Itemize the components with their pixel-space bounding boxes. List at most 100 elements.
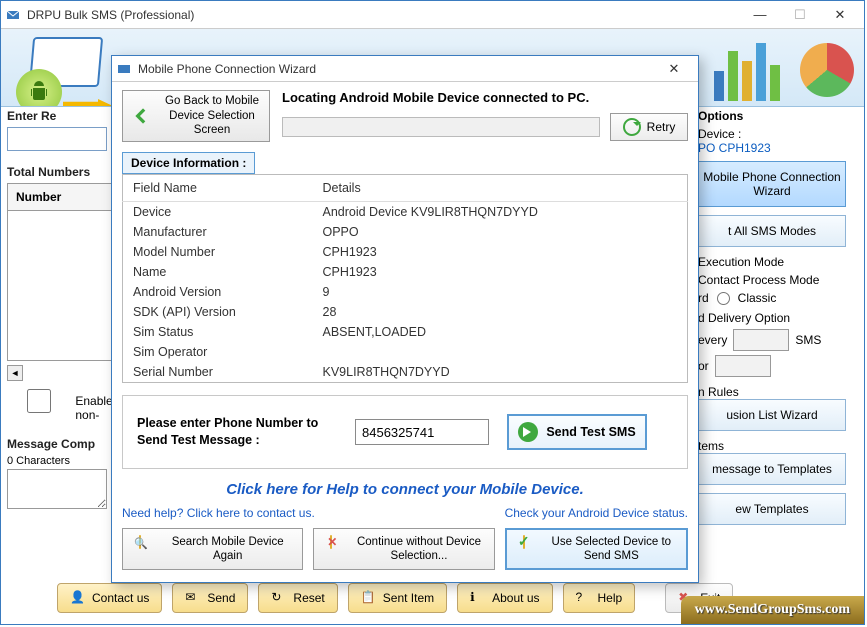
cell-value: CPH1923	[313, 262, 688, 282]
maximize-button[interactable]: ☐	[780, 3, 820, 27]
th-field: Field Name	[123, 175, 313, 202]
table-row: ManufacturerOPPO	[123, 222, 688, 242]
msg-templates-button[interactable]: message to Templates	[698, 453, 846, 485]
connection-wizard-button[interactable]: Mobile Phone Connection Wizard	[698, 161, 846, 207]
recipient-input[interactable]	[7, 127, 107, 151]
contact-us-button[interactable]: 👤Contact us	[57, 583, 162, 613]
cell-value: Android Device KV9LIR8THQN7DYYD	[313, 202, 688, 223]
cell-field: Model Number	[123, 242, 313, 262]
device-info-table: Field Name Details DeviceAndroid Device …	[122, 174, 688, 383]
help-button[interactable]: ?Help	[563, 583, 636, 613]
view-templates-button[interactable]: ew Templates	[698, 493, 846, 525]
table-row: NameCPH1923	[123, 262, 688, 282]
help-connect-link[interactable]: Click here for Help to connect your Mobi…	[122, 481, 688, 498]
or-label: or	[698, 359, 709, 373]
scroll-left-button[interactable]: ◄	[7, 365, 23, 381]
cell-field: Manufacturer	[123, 222, 313, 242]
options-title: Options	[698, 109, 858, 123]
table-row: DeviceAndroid Device KV9LIR8THQN7DYYD	[123, 202, 688, 223]
total-numbers-label: Total Numbers	[7, 165, 117, 179]
cell-field: Device	[123, 202, 313, 223]
android-icon	[16, 69, 62, 107]
cell-value: OPPO	[313, 222, 688, 242]
phone-number-input[interactable]	[355, 419, 489, 445]
every-combo[interactable]	[733, 329, 789, 351]
or-combo[interactable]	[715, 355, 771, 377]
locating-label: Locating Android Mobile Device connected…	[282, 90, 688, 105]
exclusion-wizard-button[interactable]: usion List Wizard	[698, 399, 846, 431]
message-comp-label: Message Comp	[7, 437, 117, 451]
grid-header-number: Number	[7, 183, 117, 211]
cell-value	[313, 342, 688, 362]
sent-item-button[interactable]: 📋Sent Item	[348, 583, 447, 613]
need-help-link[interactable]: Need help? Click here to contact us.	[122, 506, 315, 520]
send-test-label: Send Test SMS	[546, 425, 635, 439]
every-label: every	[698, 333, 727, 347]
number-grid[interactable]	[7, 211, 117, 361]
minimize-button[interactable]: —	[740, 3, 780, 27]
message-textarea[interactable]	[7, 469, 107, 509]
classic-label: Classic	[738, 291, 777, 305]
sms-label: SMS	[795, 333, 821, 347]
table-row: Sim Operator	[123, 342, 688, 362]
table-row: Serial NumberKV9LIR8THQN7DYYD	[123, 362, 688, 383]
all-sms-modes-button[interactable]: t All SMS Modes	[698, 215, 846, 247]
enable-non-checkbox[interactable]	[7, 389, 71, 413]
cell-field: Sim Status	[123, 322, 313, 342]
device-value: PO CPH1923	[698, 141, 858, 155]
cell-value: 9	[313, 282, 688, 302]
list-icon: 📋	[361, 590, 377, 606]
reset-button[interactable]: ↻Reset	[258, 583, 337, 613]
retry-label: Retry	[647, 120, 676, 134]
go-back-button[interactable]: Go Back to Mobile Device Selection Scree…	[122, 90, 270, 142]
cell-field: Android Version	[123, 282, 313, 302]
cell-field: Sim Operator	[123, 342, 313, 362]
cell-field: SDK (API) Version	[123, 302, 313, 322]
device-label: Device :	[698, 127, 858, 141]
items-label: tems	[698, 439, 858, 453]
send-button[interactable]: ✉Send	[172, 583, 248, 613]
app-icon	[5, 7, 21, 23]
close-button[interactable]: ✕	[820, 3, 860, 27]
enter-recipient-label: Enter Re	[7, 109, 117, 123]
device-info-title: Device Information :	[122, 152, 255, 174]
continue-without-label: Continue without Device Selection...	[350, 535, 487, 564]
cell-field: Serial Number	[123, 362, 313, 383]
exec-mode-label: Execution Mode	[698, 255, 858, 269]
continue-without-button[interactable]: Continue without Device Selection...	[313, 528, 494, 570]
main-title: DRPU Bulk SMS (Professional)	[27, 8, 740, 22]
watermark: www.SendGroupSms.com	[681, 596, 864, 624]
info-icon: ℹ	[470, 590, 486, 606]
play-icon	[518, 422, 538, 442]
rules-label: n Rules	[698, 385, 858, 399]
retry-button[interactable]: Retry	[610, 113, 688, 141]
phone-check-icon	[513, 535, 535, 563]
phone-x-icon	[320, 535, 342, 563]
dialog-icon	[116, 61, 132, 77]
test-label: Please enter Phone Number to Send Test M…	[137, 415, 337, 449]
dialog-title: Mobile Phone Connection Wizard	[138, 62, 654, 76]
classic-radio[interactable]	[717, 292, 730, 305]
send-test-sms-button[interactable]: Send Test SMS	[507, 414, 647, 450]
search-again-button[interactable]: Search Mobile Device Again	[122, 528, 303, 570]
connection-wizard-dialog: Mobile Phone Connection Wizard ✕ Go Back…	[111, 55, 699, 583]
char-count-label: 0 Characters	[7, 455, 117, 467]
table-row: Model NumberCPH1923	[123, 242, 688, 262]
help-icon: ?	[576, 590, 592, 606]
use-selected-button[interactable]: Use Selected Device to Send SMS	[505, 528, 688, 570]
search-again-label: Search Mobile Device Again	[159, 535, 296, 564]
check-status-link[interactable]: Check your Android Device status.	[505, 506, 688, 520]
about-us-button[interactable]: ℹAbout us	[457, 583, 552, 613]
phone-search-icon	[129, 535, 151, 563]
cell-value: ABSENT,LOADED	[313, 322, 688, 342]
table-row: Android Version9	[123, 282, 688, 302]
table-row: Sim StatusABSENT,LOADED	[123, 322, 688, 342]
cell-field: Name	[123, 262, 313, 282]
contact-proc-label: Contact Process Mode	[698, 273, 858, 287]
table-row: SDK (API) Version28	[123, 302, 688, 322]
dialog-close-button[interactable]: ✕	[654, 57, 694, 81]
arrow-icon	[63, 99, 113, 107]
radio-rd-label: rd	[698, 291, 709, 305]
test-sms-box: Please enter Phone Number to Send Test M…	[122, 395, 688, 469]
cell-value: KV9LIR8THQN7DYYD	[313, 362, 688, 383]
